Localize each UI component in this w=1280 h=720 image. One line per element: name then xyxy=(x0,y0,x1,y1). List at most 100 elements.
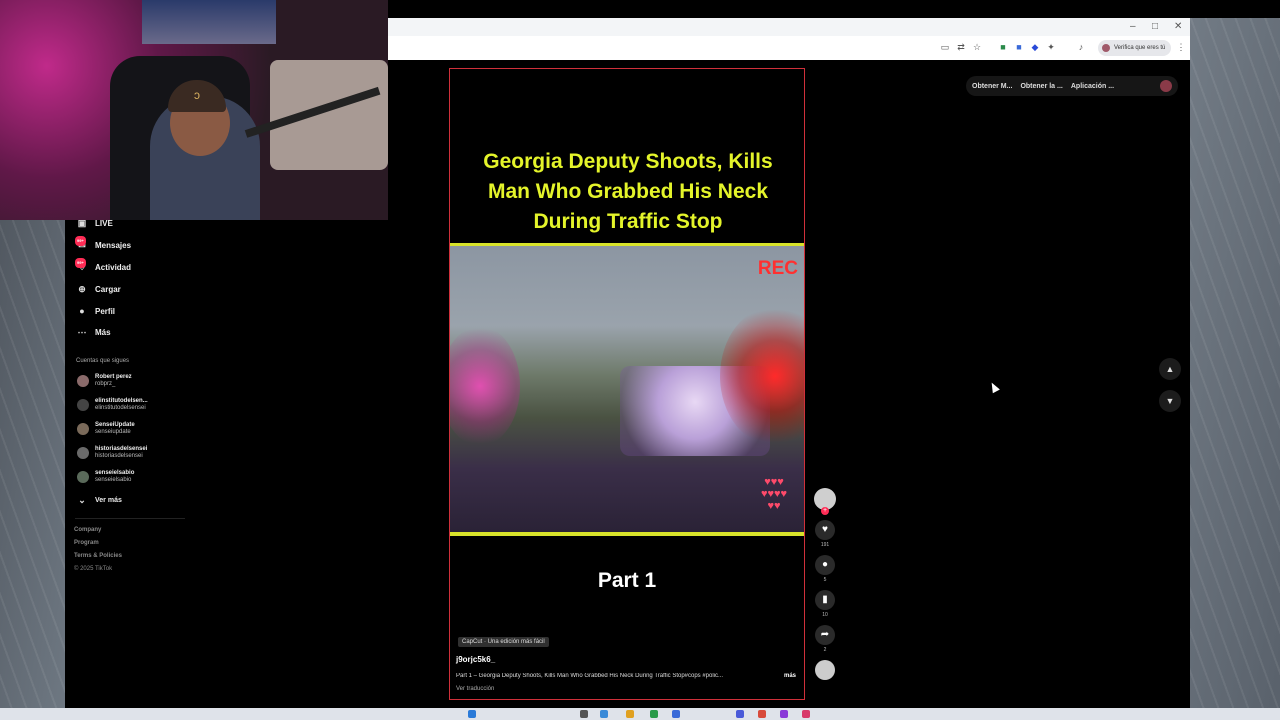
profile-chip-label: Verifica que eres tú xyxy=(1114,45,1166,51)
copyright: © 2025 TikTok xyxy=(74,566,113,572)
following-account[interactable]: historiasdelsensei historiasdelsensei xyxy=(77,446,147,460)
following-account[interactable]: Robert perez robprz_ xyxy=(77,374,132,388)
account-handle: senseielsabio xyxy=(95,477,132,483)
browser-window: – □ ✕ ▭ ⇄ ☆ ■ ■ ◆ ✦ ♪ Verifica que eres … xyxy=(388,18,1190,708)
get-coins-button[interactable]: Obtener M... xyxy=(972,83,1012,90)
extension-icon[interactable]: ■ xyxy=(998,42,1008,52)
top-actions-bar: Obtener M... Obtener la ... Aplicación .… xyxy=(966,76,1178,96)
sidebar-item-upload[interactable]: ⊕ Cargar xyxy=(77,284,121,294)
video-headline: Georgia Deputy Shoots, Kills Man Who Gra… xyxy=(483,150,773,233)
taskbar-app-icon[interactable] xyxy=(736,710,744,718)
avatar xyxy=(77,447,89,459)
webcam-overlay: ↄ xyxy=(0,0,388,220)
start-icon[interactable] xyxy=(468,710,476,718)
follow-plus-icon[interactable]: + xyxy=(821,507,829,515)
music-disc-icon[interactable] xyxy=(815,660,835,680)
account-handle: elinstitutodelsensei xyxy=(95,405,146,411)
like-count: 191 xyxy=(820,542,830,548)
next-video-button[interactable]: ▼ xyxy=(1159,390,1181,412)
desktop-app-button[interactable]: Aplicación ... xyxy=(1071,83,1114,90)
upload-icon: ⊕ xyxy=(78,284,86,294)
share-action[interactable]: ➦ 2 xyxy=(811,625,839,654)
video-actions: + ♥ 191 ● 5 ▮ 10 ➦ 2 xyxy=(811,488,839,680)
sidebar-item-more[interactable]: ⋯ Más xyxy=(77,327,111,337)
cast-icon[interactable]: ▭ xyxy=(940,42,950,52)
account-handle: historiasdelsensei xyxy=(95,453,143,459)
kebab-menu-icon[interactable]: ⋮ xyxy=(1176,42,1186,52)
video-player[interactable]: Georgia Deputy Shoots, Kills Man Who Gra… xyxy=(449,68,805,700)
top-bar xyxy=(388,0,1280,18)
save-count: 10 xyxy=(822,612,828,618)
puzzle-icon[interactable]: ✦ xyxy=(1046,42,1056,52)
save-action[interactable]: ▮ 10 xyxy=(811,590,839,619)
following-title: Cuentas que sigues xyxy=(76,358,130,364)
divider xyxy=(75,518,185,519)
see-more-button[interactable]: ⌄ Ver más xyxy=(77,495,122,505)
footer-link[interactable]: Company xyxy=(74,527,101,533)
comment-icon[interactable]: ● xyxy=(815,555,835,575)
caption-more-button[interactable]: más xyxy=(784,673,796,679)
footer-link[interactable]: Terms & Policies xyxy=(74,553,122,559)
share-count: 2 xyxy=(823,647,827,653)
minimize-icon[interactable]: – xyxy=(1130,21,1136,32)
address-bar[interactable]: ▭ ⇄ ☆ ■ ■ ◆ ✦ ♪ Verifica que eres tú ⋮ xyxy=(388,36,1190,61)
heart-icon[interactable]: ♥ xyxy=(815,520,835,540)
like-action[interactable]: ♥ 191 xyxy=(811,520,839,549)
see-more-label: Ver más xyxy=(95,496,122,504)
following-account[interactable]: senseielsabio senseielsabio xyxy=(77,470,134,484)
close-icon[interactable]: ✕ xyxy=(1174,21,1182,32)
share-icon[interactable]: ➦ xyxy=(815,625,835,645)
folder-icon[interactable] xyxy=(626,710,634,718)
following-account[interactable]: SenseiUpdate senseiupdate xyxy=(77,422,135,436)
extension-icon[interactable]: ■ xyxy=(1014,42,1024,52)
chrome-icon[interactable] xyxy=(758,710,766,718)
messages-icon: ✉99+ xyxy=(75,236,87,250)
taskbar-app-icon[interactable] xyxy=(780,710,788,718)
user-avatar[interactable] xyxy=(1160,80,1172,92)
creator-avatar[interactable]: + xyxy=(814,488,836,515)
sidebar-item-label: Actividad xyxy=(95,262,132,272)
tiktok-page: Obtener M... Obtener la ... Aplicación .… xyxy=(388,60,1190,708)
media-icon[interactable]: ♪ xyxy=(1076,42,1086,52)
sidebar-item-label: Perfil xyxy=(95,306,116,316)
see-translation-link[interactable]: Ver traducción xyxy=(456,686,494,692)
profile-chip[interactable]: Verifica que eres tú xyxy=(1098,40,1172,56)
bookmark-icon[interactable]: ▮ xyxy=(815,590,835,610)
taskbar-app-icon[interactable] xyxy=(600,710,608,718)
rec-label: REC xyxy=(757,258,798,279)
account-handle: senseiupdate xyxy=(95,429,131,435)
account-name: senseielsabio xyxy=(95,470,135,476)
footer-link[interactable]: Program xyxy=(74,540,99,546)
following-account[interactable]: elinstitutodelsen... elinstitutodelsensei xyxy=(77,398,148,412)
previous-video-button[interactable]: ▲ xyxy=(1159,358,1181,380)
more-icon: ⋯ xyxy=(77,327,87,337)
account-name: historiasdelsensei xyxy=(95,446,148,452)
mouse-cursor-icon xyxy=(988,380,1000,394)
star-icon[interactable]: ☆ xyxy=(972,42,982,52)
sidebar: ▣LIVE ✉99+Mensajes ♡99+Actividad ⊕Cargar… xyxy=(65,218,388,708)
avatar xyxy=(77,423,89,435)
taskbar-app-icon[interactable] xyxy=(802,710,810,718)
dashcam-footage: REC ♥♥♥ ♥♥♥♥ ♥♥ xyxy=(450,243,804,536)
taskbar-app-icon[interactable] xyxy=(580,710,588,718)
taskbar-app-icon[interactable] xyxy=(672,710,680,718)
sidebar-item-activity[interactable]: ♡99+ Actividad xyxy=(75,258,132,272)
sidebar-item-profile[interactable]: ● Perfil xyxy=(77,306,115,316)
comment-action[interactable]: ● 5 xyxy=(811,555,839,584)
video-author[interactable]: j9orjc5k6_ xyxy=(456,655,495,664)
hearts-animation-icon: ♥♥♥ ♥♥♥♥ ♥♥ xyxy=(760,476,788,512)
translate-icon[interactable]: ⇄ xyxy=(956,42,966,52)
sidebar-item-label: Más xyxy=(95,327,111,337)
profile-avatar xyxy=(1102,44,1110,52)
sidebar-item-messages[interactable]: ✉99+ Mensajes xyxy=(75,236,131,250)
background-tv xyxy=(142,0,276,44)
get-app-button[interactable]: Obtener la ... xyxy=(1020,83,1062,90)
taskbar-app-icon[interactable] xyxy=(650,710,658,718)
maximize-icon[interactable]: □ xyxy=(1152,21,1158,32)
capcut-tag[interactable]: CapCut · Una edición más fácil xyxy=(458,637,549,647)
video-caption: Part 1 – Georgia Deputy Shoots, Kills Ma… xyxy=(456,673,724,679)
sidebar-item-label: Cargar xyxy=(95,284,121,294)
notification-badge: 99+ xyxy=(75,258,86,268)
avatar xyxy=(77,471,89,483)
shield-icon[interactable]: ◆ xyxy=(1030,42,1040,52)
